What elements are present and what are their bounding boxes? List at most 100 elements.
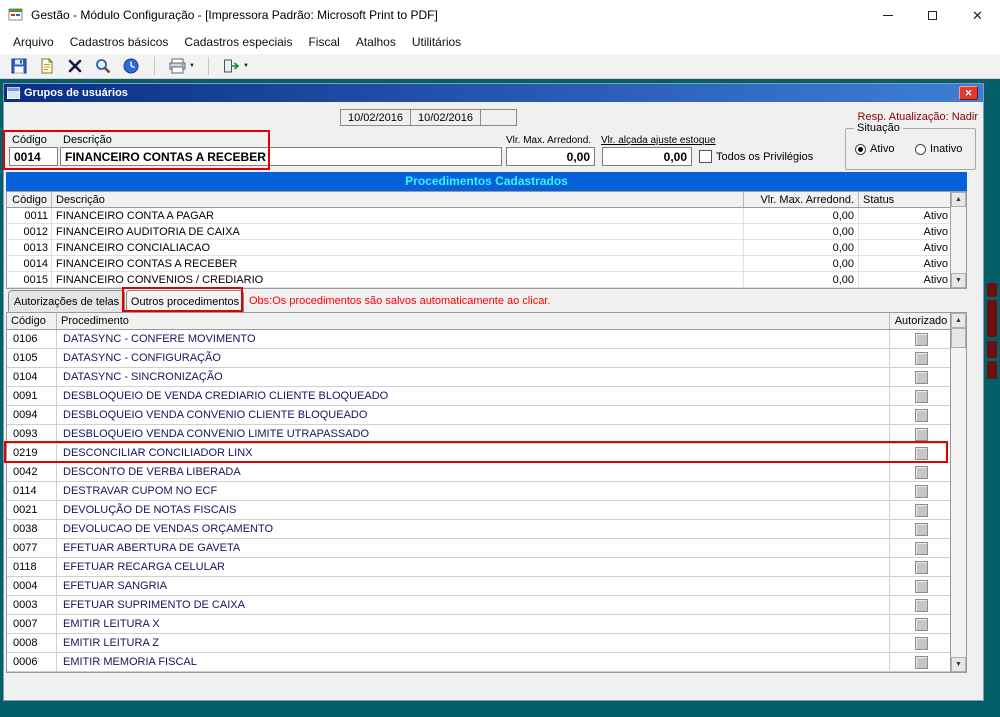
- grid1-col-status: Status: [859, 192, 952, 207]
- procedure-row[interactable]: 0008EMITIR LEITURA Z: [7, 634, 966, 653]
- exit-button[interactable]: ▼: [219, 55, 252, 77]
- procedure-row[interactable]: 0105DATASYNC - CONFIGURAÇÃO: [7, 349, 966, 368]
- procedure-row[interactable]: 0042DESCONTO DE VERBA LIBERADA: [7, 463, 966, 482]
- procedure-row[interactable]: 0114DESTRAVAR CUPOM NO ECF: [7, 482, 966, 501]
- dialog-icon: [7, 87, 20, 99]
- autorizado-checkbox[interactable]: [915, 485, 928, 498]
- date-updated-field: 10/02/2016: [410, 109, 481, 126]
- dialog-titlebar[interactable]: Grupos de usuários ✕: [4, 84, 983, 102]
- procedure-row[interactable]: 0104DATASYNC - SINCRONIZAÇÃO: [7, 368, 966, 387]
- procedure-row[interactable]: 0004EFETUAR SANGRIA: [7, 577, 966, 596]
- todos-privilegios-checkbox[interactable]: [699, 150, 712, 163]
- procedure-row-highlighted[interactable]: 0219DESCONCILIAR CONCILIADOR LINX: [7, 444, 966, 463]
- search-button[interactable]: [90, 55, 116, 77]
- menu-item-fiscal[interactable]: Fiscal: [300, 31, 347, 53]
- procedure-row[interactable]: 0007EMITIR LEITURA X: [7, 615, 966, 634]
- vlr-alcada-label: Vlr. alçada ajuste estoque: [601, 135, 716, 146]
- vlr-max-field[interactable]: 0,00: [506, 147, 595, 166]
- application-window: Gestão - Módulo Configuração - [Impresso…: [0, 0, 1000, 717]
- procedure-row[interactable]: 0091DESBLOQUEIO DE VENDA CREDIARIO CLIEN…: [7, 387, 966, 406]
- grid2-scrollbar[interactable]: ▲ ▼: [950, 313, 966, 672]
- scroll-down-icon[interactable]: ▼: [951, 657, 966, 672]
- radio-ativo[interactable]: Ativo: [855, 143, 894, 155]
- about-icon: [122, 57, 140, 75]
- edge-scroll-mark: [987, 341, 997, 358]
- procedure-row[interactable]: 0118EFETUAR RECARGA CELULAR: [7, 558, 966, 577]
- autorizado-checkbox[interactable]: [915, 466, 928, 479]
- notes-button[interactable]: [34, 55, 60, 77]
- delete-icon: [66, 57, 84, 75]
- dialog-close-button[interactable]: ✕: [959, 86, 978, 100]
- tab-autorizacoes-de-telas[interactable]: Autorizações de telas: [8, 290, 125, 312]
- autorizado-checkbox[interactable]: [915, 656, 928, 669]
- autorizado-checkbox[interactable]: [915, 561, 928, 574]
- obs-text: Obs:Os procedimentos são salvos automati…: [249, 295, 550, 307]
- maximize-button[interactable]: [910, 0, 955, 30]
- radio-inativo[interactable]: Inativo: [915, 143, 962, 155]
- grid2-col-procedimento: Procedimento: [57, 313, 890, 329]
- procedimento-row[interactable]: 0012FINANCEIRO AUDITORIA DE CAIXA0,00Ati…: [7, 224, 966, 240]
- edge-scroll-mark: [987, 361, 997, 379]
- codigo-label: Código: [12, 134, 47, 146]
- situacao-label: Situação: [854, 122, 903, 134]
- grid1-scrollbar[interactable]: ▲ ▼: [950, 192, 966, 288]
- tab-outros-procedimentos[interactable]: Outros procedimentos: [126, 290, 244, 312]
- procedure-row[interactable]: 0038DEVOLUCAO DE VENDAS ORÇAMENTO: [7, 520, 966, 539]
- toolbar-separator: [154, 57, 155, 75]
- scroll-up-icon[interactable]: ▲: [951, 192, 966, 207]
- radio-inativo-label: Inativo: [930, 143, 962, 155]
- grid1-col-codigo: Código: [7, 192, 52, 207]
- delete-button[interactable]: [62, 55, 88, 77]
- scroll-thumb[interactable]: [951, 328, 966, 348]
- autorizado-checkbox[interactable]: [915, 390, 928, 403]
- procedimento-row[interactable]: 0015FINANCEIRO CONVENIOS / CREDIARIO0,00…: [7, 272, 966, 288]
- grid2-col-autorizado: Autorizado: [890, 313, 952, 329]
- procedure-row[interactable]: 0094DESBLOQUEIO VENDA CONVENIO CLIENTE B…: [7, 406, 966, 425]
- window-controls: ✕: [865, 0, 1000, 30]
- autorizado-checkbox[interactable]: [915, 504, 928, 517]
- procedure-row[interactable]: 0106DATASYNC - CONFERE MOVIMENTO: [7, 330, 966, 349]
- save-button[interactable]: [6, 55, 32, 77]
- autorizado-checkbox[interactable]: [915, 333, 928, 346]
- procedimento-row[interactable]: 0011FINANCEIRO CONTA A PAGAR0,00Ativo: [7, 208, 966, 224]
- menu-item-arquivo[interactable]: Arquivo: [5, 31, 62, 53]
- autorizado-checkbox[interactable]: [915, 447, 928, 460]
- procedure-row[interactable]: 0093DESBLOQUEIO VENDA CONVENIO LIMITE UT…: [7, 425, 966, 444]
- procedimento-row[interactable]: 0013FINANCEIRO CONCIALIACAO0,00Ativo: [7, 240, 966, 256]
- close-button[interactable]: ✕: [955, 0, 1000, 30]
- mdi-area: Grupos de usuários ✕ 10/02/2016 10/02/20…: [0, 79, 1000, 717]
- window-titlebar: Gestão - Módulo Configuração - [Impresso…: [0, 0, 1000, 30]
- procedure-row[interactable]: 0021DEVOLUÇÃO DE NOTAS FISCAIS: [7, 501, 966, 520]
- autorizado-checkbox[interactable]: [915, 352, 928, 365]
- autorizado-checkbox[interactable]: [915, 542, 928, 555]
- descricao-field[interactable]: FINANCEIRO CONTAS A RECEBER: [60, 147, 502, 166]
- autorizado-checkbox[interactable]: [915, 599, 928, 612]
- vlr-alcada-field[interactable]: 0,00: [602, 147, 692, 166]
- menu-item-cadastros-especiais[interactable]: Cadastros especiais: [176, 31, 300, 53]
- menu-item-cadastros-básicos[interactable]: Cadastros básicos: [62, 31, 177, 53]
- autorizado-checkbox[interactable]: [915, 523, 928, 536]
- toolbar-separator: [208, 57, 209, 75]
- procedure-row[interactable]: 0006EMITIR MEMORIA FISCAL: [7, 653, 966, 672]
- autorizado-checkbox[interactable]: [915, 637, 928, 650]
- menu-item-atalhos[interactable]: Atalhos: [348, 31, 404, 53]
- about-button[interactable]: [118, 55, 144, 77]
- dialog-body: 10/02/2016 10/02/2016 Resp. Atualização:…: [4, 102, 983, 700]
- print-button[interactable]: ▼: [165, 55, 198, 77]
- scroll-down-icon[interactable]: ▼: [951, 273, 966, 288]
- menu-item-utilitários[interactable]: Utilitários: [404, 31, 469, 53]
- autorizado-checkbox[interactable]: [915, 618, 928, 631]
- minimize-button[interactable]: [865, 0, 910, 30]
- autorizado-checkbox[interactable]: [915, 409, 928, 422]
- procedure-row[interactable]: 0003EFETUAR SUPRIMENTO DE CAIXA: [7, 596, 966, 615]
- procedure-row[interactable]: 0077EFETUAR ABERTURA DE GAVETA: [7, 539, 966, 558]
- codigo-field[interactable]: 0014: [9, 147, 58, 166]
- maximize-icon: [928, 11, 937, 20]
- scroll-up-icon[interactable]: ▲: [951, 313, 966, 328]
- autorizado-checkbox[interactable]: [915, 428, 928, 441]
- autorizado-checkbox[interactable]: [915, 580, 928, 593]
- grupos-de-usuarios-window: Grupos de usuários ✕ 10/02/2016 10/02/20…: [3, 83, 984, 701]
- date-created-field: 10/02/2016: [340, 109, 411, 126]
- procedimento-row[interactable]: 0014FINANCEIRO CONTAS A RECEBER0,00Ativo: [7, 256, 966, 272]
- autorizado-checkbox[interactable]: [915, 371, 928, 384]
